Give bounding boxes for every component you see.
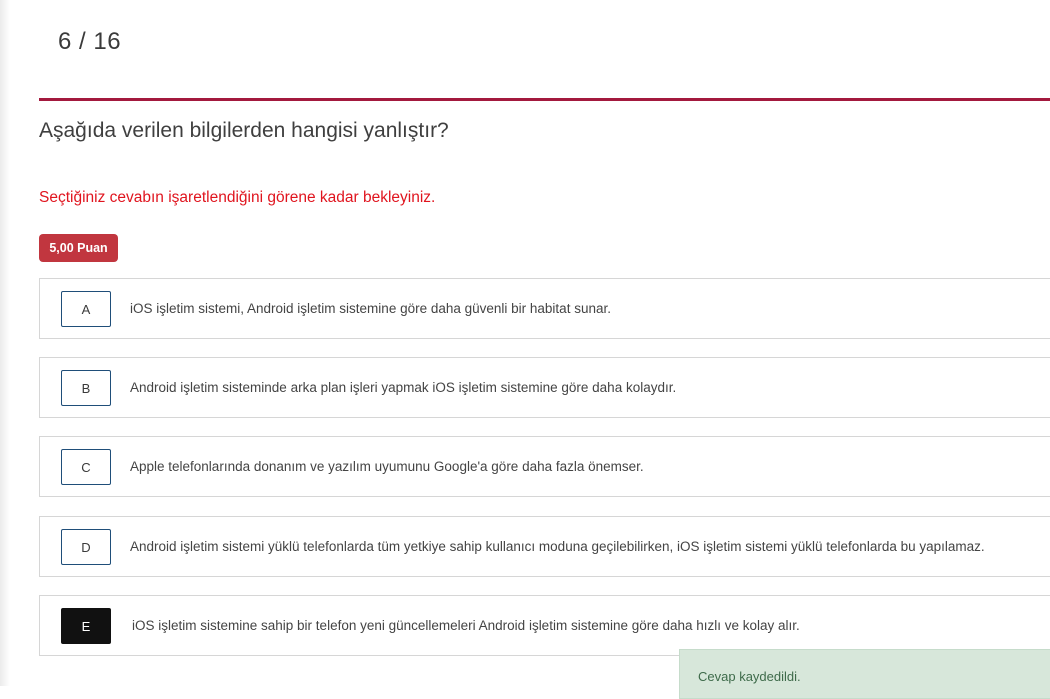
option-d[interactable]: D Android işletim sistemi yüklü telefonl… [39, 516, 1050, 577]
option-a[interactable]: A iOS işletim sistemi, Android işletim s… [39, 278, 1050, 339]
option-letter[interactable]: B [61, 370, 111, 406]
question-text: Aşağıda verilen bilgilerden hangisi yanl… [39, 119, 449, 142]
toast-message: Cevap kaydedildi. [698, 669, 801, 684]
option-c[interactable]: C Apple telefonlarında donanım ve yazılı… [39, 436, 1050, 497]
option-letter[interactable]: A [61, 291, 111, 327]
option-text: iOS işletim sistemi, Android işletim sis… [130, 301, 611, 316]
option-letter-selected[interactable]: E [61, 608, 111, 644]
question-counter: 6 / 16 [58, 28, 122, 55]
option-text: iOS işletim sistemine sahip bir telefon … [132, 618, 800, 633]
left-panel-edge [0, 0, 10, 686]
option-e[interactable]: E iOS işletim sistemine sahip bir telefo… [39, 595, 1050, 656]
option-text: Android işletim sistemi yüklü telefonlar… [130, 539, 985, 554]
option-letter[interactable]: D [61, 529, 111, 565]
option-letter[interactable]: C [61, 449, 111, 485]
option-b[interactable]: B Android işletim sisteminde arka plan i… [39, 357, 1050, 418]
points-badge: 5,00 Puan [39, 234, 118, 262]
option-text: Apple telefonlarında donanım ve yazılım … [130, 459, 644, 474]
question-divider [39, 98, 1050, 101]
saved-toast: Cevap kaydedildi. [679, 649, 1050, 699]
wait-warning: Seçtiğiniz cevabın işaretlendiğini gören… [39, 189, 436, 206]
option-text: Android işletim sisteminde arka plan işl… [130, 380, 677, 395]
